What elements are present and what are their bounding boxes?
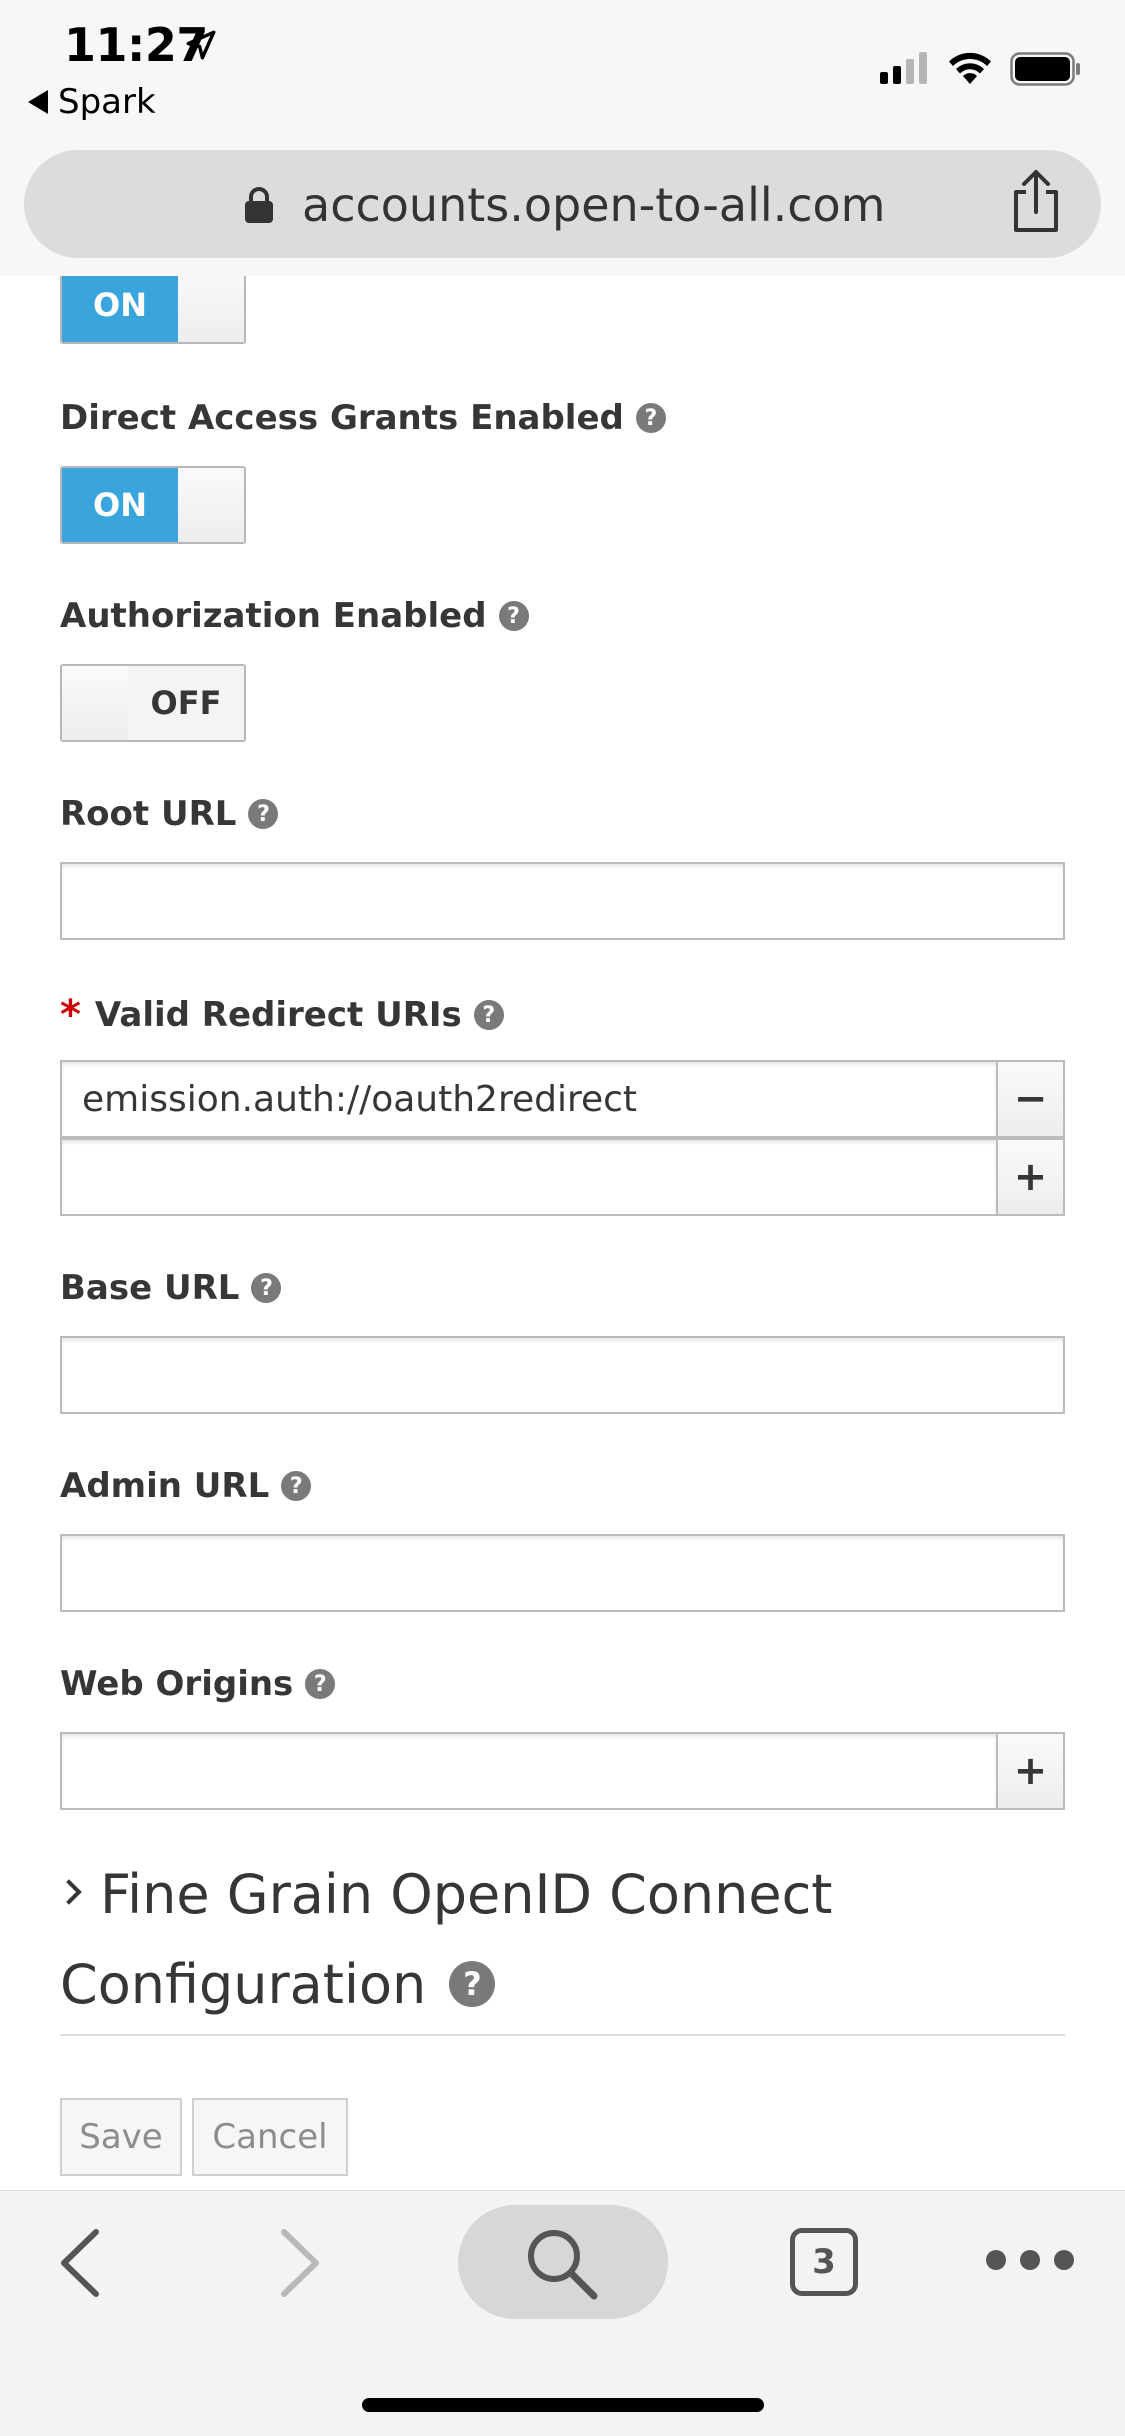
help-icon[interactable]: ? — [305, 1669, 336, 1699]
chevron-right-icon — [56, 1879, 82, 1906]
base-url-label-text: Base URL — [60, 1268, 240, 1308]
save-button[interactable]: Save — [60, 2098, 182, 2176]
help-icon[interactable]: ? — [251, 1273, 282, 1303]
fine-grain-section-toggle[interactable]: Fine Grain OpenID Connect Configuration … — [56, 1850, 1065, 2030]
direct-access-toggle[interactable]: ON — [60, 466, 246, 544]
help-icon[interactable]: ? — [281, 1471, 312, 1501]
admin-url-input[interactable] — [60, 1534, 1065, 1612]
authorization-toggle[interactable]: OFF — [60, 664, 246, 742]
fine-grain-title-line1: Fine Grain OpenID Connect — [100, 1863, 833, 1926]
section-divider — [60, 2034, 1065, 2036]
url-text[interactable]: accounts.open-to-all.com — [302, 178, 886, 232]
search-icon — [528, 2230, 598, 2300]
help-icon[interactable]: ? — [449, 1961, 496, 2008]
help-icon[interactable]: ? — [498, 601, 529, 631]
toggle-on-label: ON — [62, 468, 180, 542]
help-icon[interactable]: ? — [248, 799, 279, 829]
back-to-app-link[interactable]: Spark — [28, 82, 156, 122]
admin-url-label: Admin URL ? — [60, 1466, 312, 1506]
remove-redirect-uri-button[interactable]: − — [996, 1060, 1065, 1138]
wifi-icon — [949, 52, 991, 84]
web-origins-label: Web Origins ? — [60, 1664, 336, 1704]
back-triangle-icon — [28, 90, 48, 114]
toggle-on-label: ON — [62, 268, 180, 342]
web-origins-input[interactable] — [60, 1732, 998, 1810]
redirect-uri-input-2[interactable] — [60, 1138, 998, 1216]
redirect-uris-label-text: Valid Redirect URIs — [94, 995, 462, 1035]
toggle-previous-setting[interactable]: ON — [60, 266, 246, 344]
more-options-icon[interactable] — [986, 2250, 1074, 2270]
web-origins-label-text: Web Origins — [60, 1664, 294, 1704]
root-url-label-text: Root URL — [60, 794, 237, 834]
back-app-label: Spark — [58, 82, 156, 122]
help-icon[interactable]: ? — [473, 1000, 504, 1030]
authorization-label-text: Authorization Enabled — [60, 596, 487, 636]
toggle-knob — [62, 666, 130, 740]
toggle-knob — [178, 468, 244, 542]
base-url-input[interactable] — [60, 1336, 1065, 1414]
lock-icon — [245, 187, 273, 223]
add-redirect-uri-button[interactable]: + — [996, 1138, 1065, 1216]
redirect-uri-input-1[interactable]: emission.auth://oauth2redirect — [60, 1060, 998, 1138]
back-icon[interactable] — [58, 2228, 102, 2298]
required-marker: * — [60, 992, 81, 1038]
root-url-input[interactable] — [60, 862, 1065, 940]
toggle-off-label: OFF — [128, 666, 244, 740]
cancel-button[interactable]: Cancel — [192, 2098, 348, 2176]
authorization-label: Authorization Enabled ? — [60, 596, 529, 636]
direct-access-label-text: Direct Access Grants Enabled — [60, 398, 624, 438]
home-indicator — [362, 2398, 764, 2412]
direct-access-label: Direct Access Grants Enabled ? — [60, 398, 666, 438]
base-url-label: Base URL ? — [60, 1268, 282, 1308]
redirect-uris-label: * Valid Redirect URIs ? — [60, 992, 504, 1038]
cellular-signal-icon — [880, 50, 927, 84]
help-icon[interactable]: ? — [635, 403, 666, 433]
forward-icon[interactable] — [278, 2228, 322, 2298]
battery-icon — [1010, 52, 1080, 86]
tabs-button[interactable]: 3 — [790, 2228, 858, 2296]
share-icon[interactable] — [1008, 168, 1064, 234]
location-arrow-icon — [186, 30, 216, 60]
fine-grain-title-line2: Configuration — [60, 1953, 427, 2016]
toggle-knob — [178, 268, 244, 342]
add-web-origin-button[interactable]: + — [996, 1732, 1065, 1810]
root-url-label: Root URL ? — [60, 794, 279, 834]
browser-top-chrome: 11:27 Spark accounts.open-to-all.com — [0, 0, 1125, 276]
admin-url-label-text: Admin URL — [60, 1466, 270, 1506]
